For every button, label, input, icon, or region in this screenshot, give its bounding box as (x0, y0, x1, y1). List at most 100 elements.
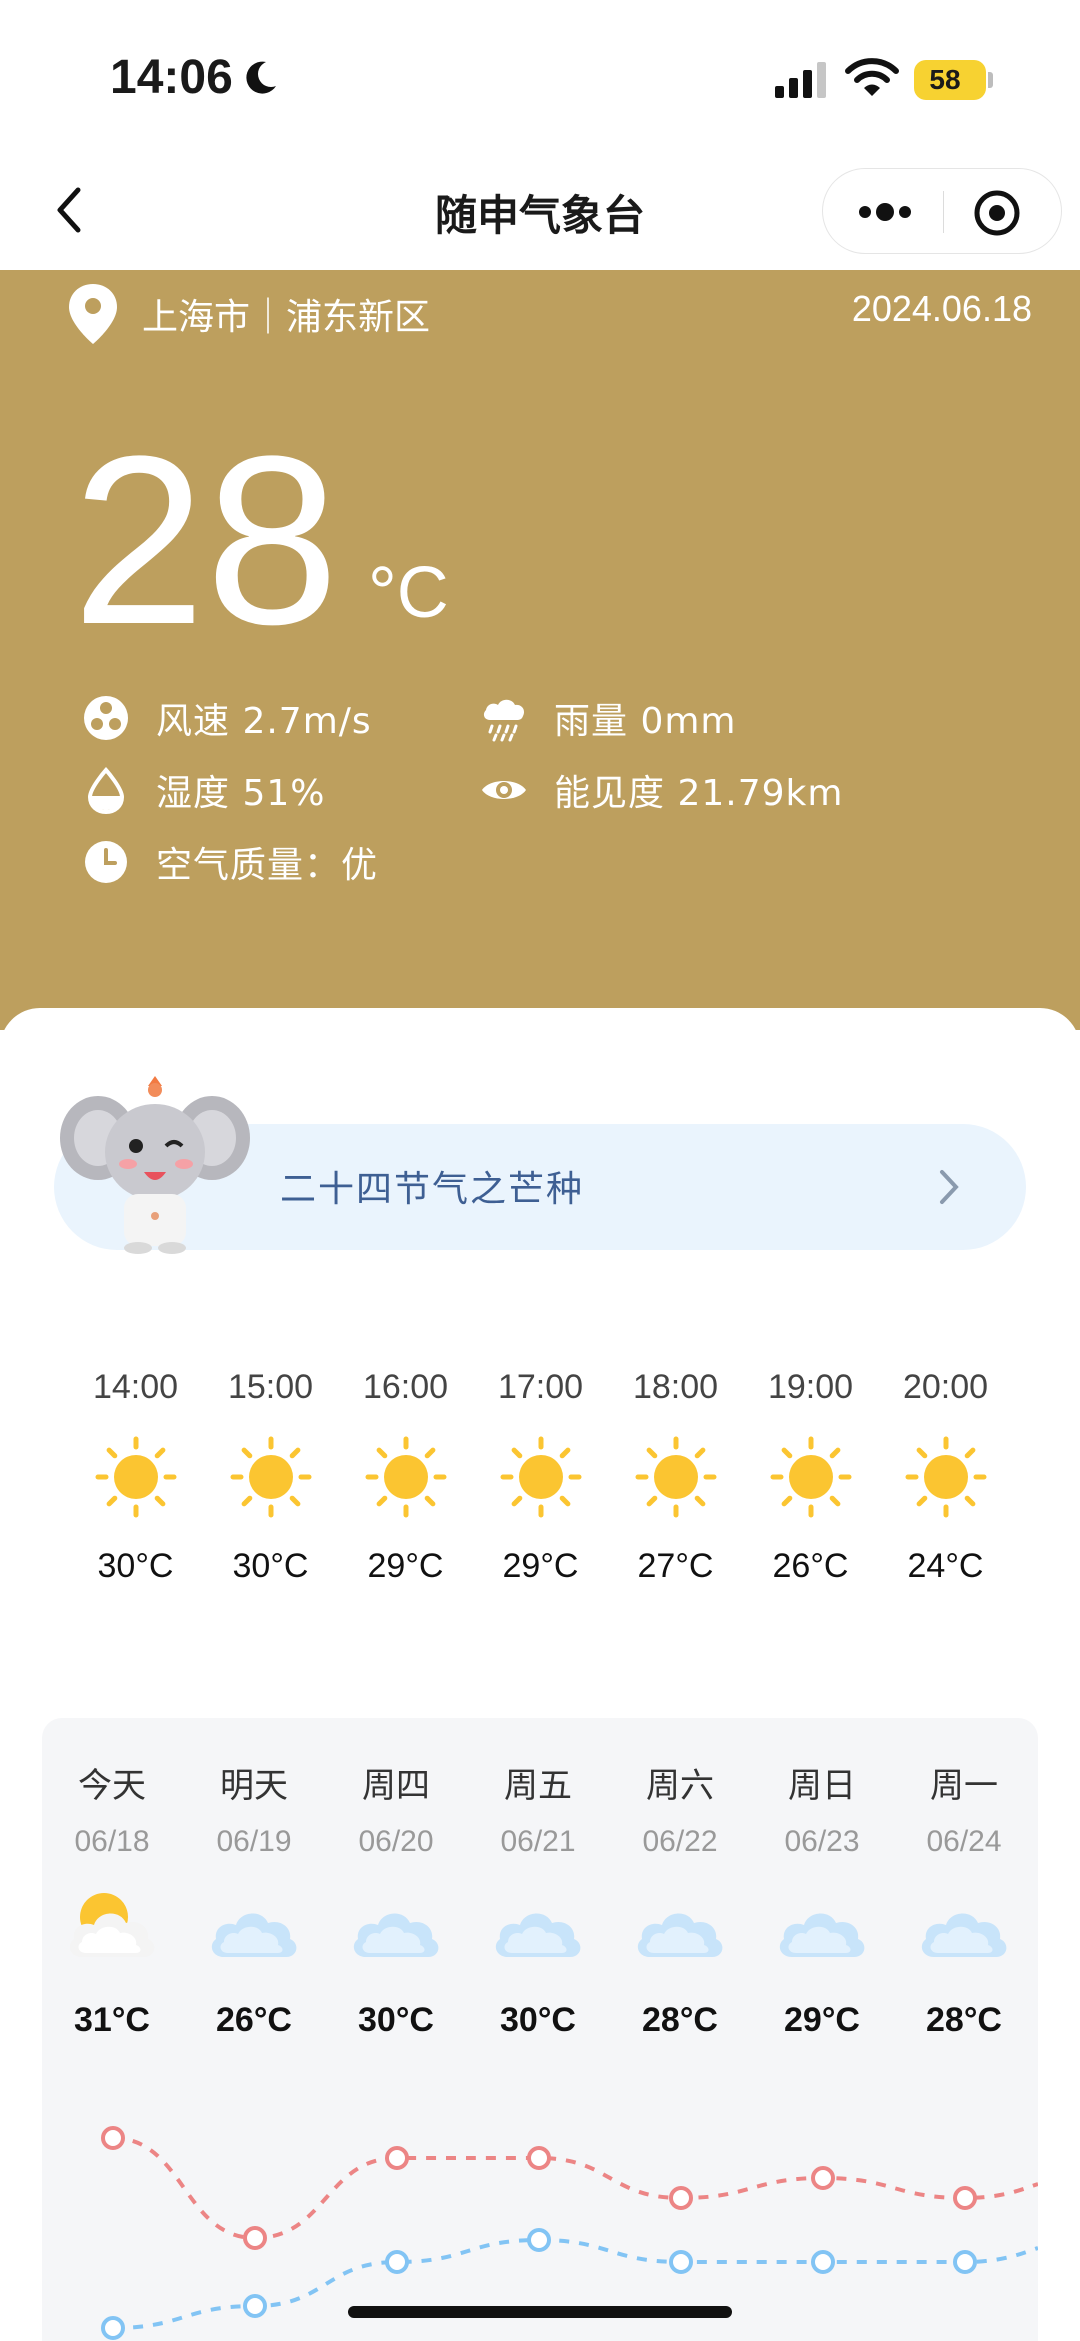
cloud-icon (921, 1913, 1007, 1957)
daily-item[interactable]: 周四 06/20 30°C (326, 1718, 466, 2040)
hourly-item: 15:00 30°C (203, 1368, 338, 1586)
sun-icon (905, 1436, 986, 1518)
low-temp-point (953, 2250, 977, 2274)
hour-temp: 26°C (772, 1547, 849, 1585)
hour-temp: 24°C (907, 1547, 984, 1585)
solar-term-label: 二十四节气之芒种 (280, 1169, 585, 1210)
day-temp: 30°C (358, 2001, 434, 2039)
low-temp-point (527, 2228, 551, 2252)
day-name: 今天 (78, 1766, 146, 1806)
hourly-forecast: 14:00 30°C 15:00 30°C 16:00 29°C 17:00 29°C 18:0… (68, 1368, 1013, 1608)
high-temp-line (112, 2136, 1038, 2241)
day-date: 06/21 (500, 1825, 576, 1858)
fan-icon (84, 696, 128, 740)
partly-sunny-icon (69, 1893, 155, 1957)
daily-item[interactable]: 今天 06/18 31°C (42, 1718, 182, 2040)
low-temp-point (385, 2250, 409, 2274)
rain-cloud-icon (483, 699, 525, 742)
cloud-icon (211, 1913, 297, 1957)
sun-icon (95, 1436, 176, 1518)
daily-forecast: 今天 06/18 31°C 明天 06/19 26°C 周四 06/20 30°C 周五 06… (42, 1718, 1038, 2341)
day-temp: 28°C (926, 2001, 1002, 2039)
high-temp-point (243, 2226, 267, 2250)
day-date: 06/20 (358, 1825, 434, 1858)
day-name: 周一 (930, 1766, 998, 1806)
wind-speed-text: 风速 2.7m/s (156, 701, 372, 742)
hour-temp: 29°C (367, 1547, 444, 1585)
hour-time: 14:00 (92, 1368, 179, 1406)
humidity-text: 湿度 51% (156, 773, 326, 814)
low-temp-point (243, 2294, 267, 2318)
rainfall: 雨量 0mm (480, 692, 737, 744)
hour-time: 15:00 (227, 1368, 314, 1406)
day-date: 06/24 (926, 1825, 1002, 1858)
hour-time: 19:00 (767, 1368, 854, 1406)
location-pin-icon (69, 284, 117, 344)
day-temp: 26°C (216, 2001, 292, 2039)
day-name: 明天 (220, 1766, 288, 1806)
daily-item[interactable]: 周六 06/22 28°C (610, 1718, 750, 2040)
day-name: 周四 (362, 1766, 430, 1806)
low-temp-point (811, 2250, 835, 2274)
droplet-icon (87, 766, 125, 814)
high-temp-point (811, 2166, 835, 2190)
day-temp: 28°C (642, 2001, 718, 2039)
cloud-icon (353, 1913, 439, 1957)
hour-temp: 29°C (502, 1547, 579, 1585)
visibility: 能见度 21.79km (480, 764, 843, 816)
high-temp-point (953, 2186, 977, 2210)
day-temp: 30°C (500, 2001, 576, 2039)
hourly-item: 18:00 27°C (608, 1368, 743, 1586)
moon-icon (246, 61, 276, 94)
status-time: 14:06 (110, 51, 233, 104)
high-temp-point (669, 2186, 693, 2210)
close-target-icon[interactable] (973, 189, 1021, 237)
cloud-icon (495, 1913, 581, 1957)
day-date: 06/18 (74, 1825, 150, 1858)
hour-temp: 27°C (637, 1547, 714, 1585)
daily-item[interactable]: 周日 06/23 29°C (752, 1718, 892, 2040)
daily-item[interactable]: 明天 06/19 26°C (184, 1718, 324, 2040)
signal-icon (775, 62, 826, 98)
clock-icon (85, 841, 127, 883)
day-date: 06/23 (784, 1825, 860, 1858)
nav-bar: 随申气象台 (0, 150, 1080, 270)
sun-icon (770, 1436, 851, 1518)
hour-time: 17:00 (497, 1368, 584, 1406)
hourly-item: 14:00 30°C (68, 1368, 203, 1586)
hour-time: 18:00 (632, 1368, 719, 1406)
hour-temp: 30°C (97, 1547, 174, 1585)
chevron-right-icon (940, 1170, 959, 1204)
hourly-item: 16:00 29°C (338, 1368, 473, 1586)
day-name: 周日 (788, 1766, 856, 1806)
air-quality-text: 空气质量：优 (156, 845, 379, 886)
hourly-item: 20:00 24°C (878, 1368, 1013, 1586)
low-temp-point (101, 2316, 125, 2340)
wind-speed: 风速 2.7m/s (82, 692, 372, 744)
visibility-text: 能见度 21.79km (554, 773, 844, 814)
low-temp-point (669, 2250, 693, 2274)
daily-item[interactable]: 周五 06/21 30°C (468, 1718, 608, 2040)
location-text[interactable]: 上海市｜浦东新区 (142, 288, 430, 340)
mini-program-capsule (822, 168, 1062, 254)
high-temp-point (101, 2126, 125, 2150)
high-temp-point (385, 2146, 409, 2170)
day-name: 周五 (504, 1766, 572, 1806)
capsule-divider (943, 191, 944, 233)
sun-icon (365, 1436, 446, 1518)
more-icon[interactable] (853, 192, 917, 232)
sun-icon (500, 1436, 581, 1518)
date-text: 2024.06.18 (851, 288, 1032, 329)
hour-time: 20:00 (902, 1368, 989, 1406)
hourly-item: 17:00 29°C (473, 1368, 608, 1586)
day-temp: 31°C (74, 2001, 150, 2039)
day-date: 06/19 (216, 1825, 292, 1858)
hourly-item: 19:00 26°C (743, 1368, 878, 1586)
cloud-icon (637, 1913, 723, 1957)
elephant-mascot-icon (60, 1076, 250, 1254)
humidity: 湿度 51% (82, 764, 325, 816)
current-temperature: 28 (72, 406, 339, 674)
hour-temp: 30°C (232, 1547, 309, 1585)
high-temp-point (527, 2146, 551, 2170)
daily-item[interactable]: 周一 06/24 28°C (894, 1718, 1034, 2040)
